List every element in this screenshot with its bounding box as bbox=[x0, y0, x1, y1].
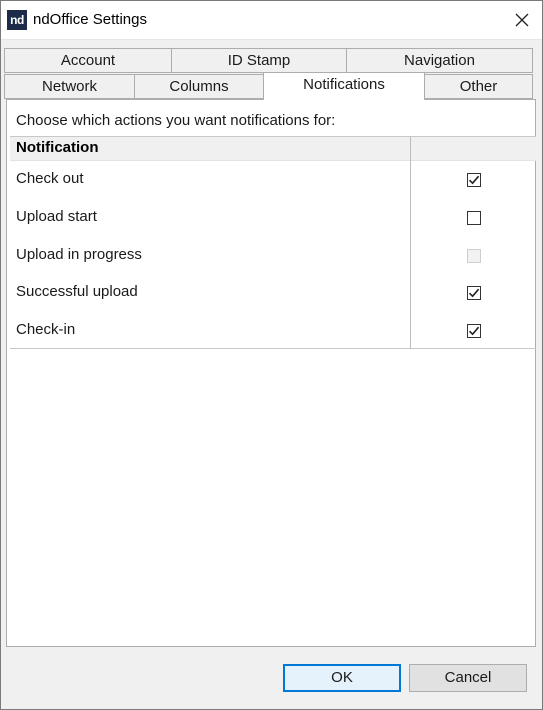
window-title: ndOffice Settings bbox=[33, 11, 147, 28]
close-button[interactable] bbox=[502, 1, 542, 39]
column-header-notification: Notification bbox=[16, 139, 99, 156]
upload-start-checkbox[interactable] bbox=[467, 211, 481, 225]
successful-upload-checkbox[interactable] bbox=[467, 286, 481, 300]
grid-header: Notification bbox=[10, 137, 536, 161]
row-label: Upload start bbox=[16, 208, 97, 225]
title-bar: nd ndOffice Settings bbox=[1, 1, 542, 40]
checkmark-icon bbox=[468, 175, 480, 185]
instructions-text: Choose which actions you want notificati… bbox=[16, 112, 336, 129]
app-logo-icon: nd bbox=[7, 10, 27, 30]
checkmark-icon bbox=[468, 288, 480, 298]
notifications-panel: Choose which actions you want notificati… bbox=[6, 99, 536, 647]
tab-columns[interactable]: Columns bbox=[134, 74, 264, 99]
ok-button[interactable]: OK bbox=[283, 664, 401, 692]
close-icon bbox=[515, 13, 529, 27]
table-row: Upload start bbox=[10, 198, 536, 236]
table-row: Check out bbox=[10, 160, 536, 198]
row-label: Check out bbox=[16, 170, 84, 187]
checkmark-icon bbox=[468, 326, 480, 336]
check-out-checkbox[interactable] bbox=[467, 173, 481, 187]
upload-in-progress-checkbox bbox=[467, 249, 481, 263]
settings-dialog: nd ndOffice Settings Account ID Stamp Na… bbox=[0, 0, 543, 710]
tab-network[interactable]: Network bbox=[4, 74, 135, 99]
row-label: Upload in progress bbox=[16, 246, 142, 263]
tab-other[interactable]: Other bbox=[424, 74, 533, 99]
tab-id-stamp[interactable]: ID Stamp bbox=[171, 48, 347, 73]
table-row: Check-in bbox=[10, 311, 536, 349]
tab-notifications[interactable]: Notifications bbox=[263, 72, 425, 100]
tab-navigation[interactable]: Navigation bbox=[346, 48, 533, 73]
row-label: Check-in bbox=[16, 321, 76, 338]
table-row: Upload in progress bbox=[10, 236, 536, 274]
table-row: Successful upload bbox=[10, 273, 536, 311]
check-in-checkbox[interactable] bbox=[467, 324, 481, 338]
tab-account[interactable]: Account bbox=[4, 48, 172, 73]
row-label: Successful upload bbox=[16, 283, 138, 300]
cancel-button[interactable]: Cancel bbox=[409, 664, 527, 692]
notifications-grid: Notification Check out Upload start Uplo… bbox=[10, 136, 536, 349]
